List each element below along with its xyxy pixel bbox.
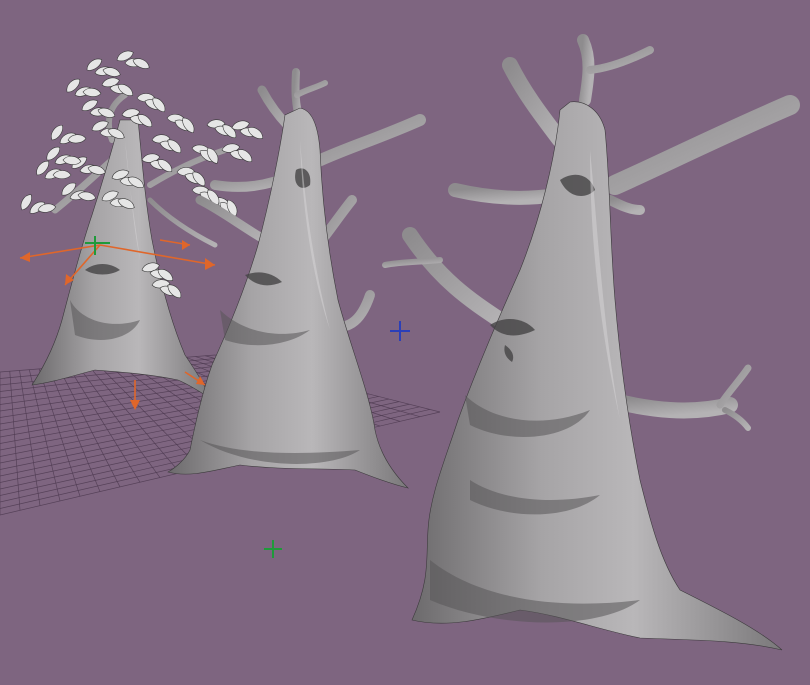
leaf [132,58,150,69]
scene-canvas[interactable] [0,0,810,685]
3d-viewport[interactable] [0,0,810,685]
light-marker-blue[interactable] [390,321,410,341]
tree-face-front[interactable] [382,34,800,651]
light-marker-green[interactable] [264,540,282,558]
